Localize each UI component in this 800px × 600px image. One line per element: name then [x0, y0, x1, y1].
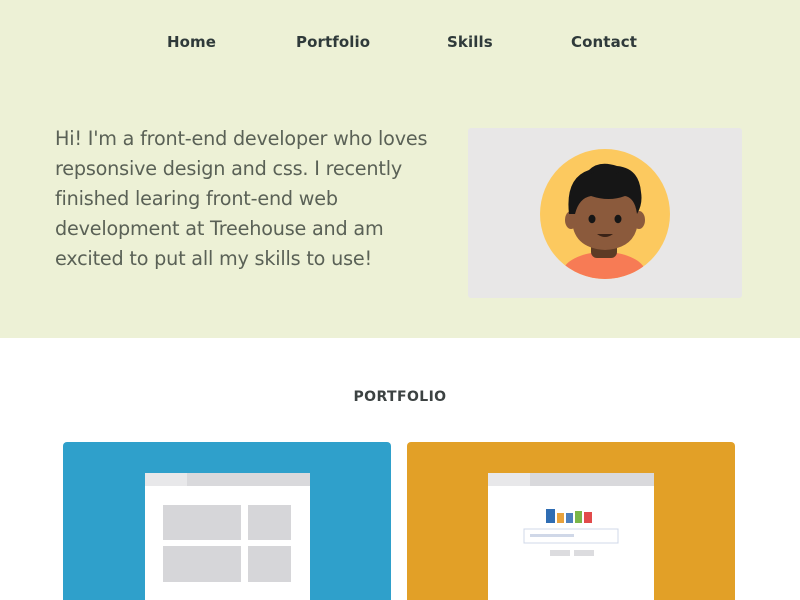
search-page-icon	[488, 473, 654, 600]
nav-link-skills[interactable]: Skills	[447, 33, 493, 51]
portfolio-heading: PORTFOLIO	[353, 389, 447, 405]
nav-link-home[interactable]: Home	[167, 33, 216, 51]
avatar-card	[468, 128, 742, 298]
nav-link-portfolio[interactable]: Portfolio	[296, 33, 370, 51]
developer-avatar-icon	[540, 149, 670, 279]
hero-section: Home Portfolio Skills Contact Hi! I'm a …	[0, 0, 800, 338]
nav-link-contact[interactable]: Contact	[571, 33, 637, 51]
portfolio-card-layout[interactable]	[63, 442, 391, 600]
portfolio-card-search[interactable]	[407, 442, 735, 600]
main-nav: Home Portfolio Skills Contact	[0, 33, 800, 53]
wireframe-layout-icon	[145, 473, 310, 600]
intro-text: Hi! I'm a front-end developer who loves …	[55, 127, 428, 270]
